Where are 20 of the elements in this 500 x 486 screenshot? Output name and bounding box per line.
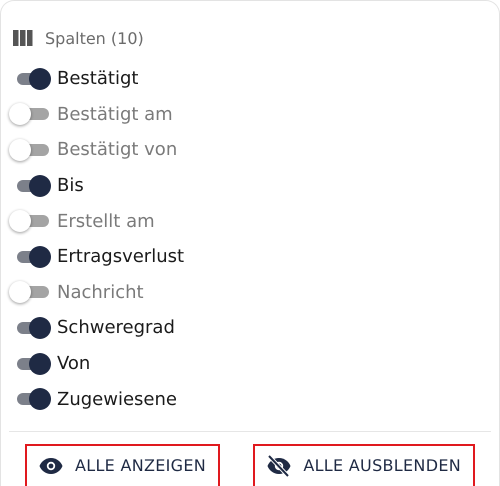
column-label: Bestätigt am bbox=[57, 104, 173, 125]
column-label: Von bbox=[57, 353, 90, 374]
hide-all-button[interactable]: ALLE AUSBLENDEN bbox=[253, 444, 475, 486]
panel-title: Spalten (10) bbox=[45, 28, 144, 48]
column-label: Zugewiesene bbox=[57, 388, 177, 410]
toggle-switch[interactable] bbox=[9, 281, 51, 304]
column-label: Nachricht bbox=[57, 282, 144, 303]
column-label: Bestätigt von bbox=[57, 139, 178, 160]
column-label: Erstellt am bbox=[57, 210, 155, 232]
eye-icon bbox=[39, 456, 63, 475]
toggle-switch[interactable] bbox=[9, 138, 51, 161]
show-all-button[interactable]: ALLE ANZEIGEN bbox=[25, 444, 220, 486]
eye-slash-icon bbox=[267, 454, 292, 477]
column-label: Ertragsverlust bbox=[57, 246, 184, 268]
column-label: Schweregrad bbox=[57, 317, 175, 338]
column-label: Bestätigt bbox=[57, 68, 138, 90]
column-label: Bis bbox=[57, 175, 84, 196]
columns-icon bbox=[13, 30, 33, 46]
toggle-switch[interactable] bbox=[9, 210, 51, 232]
toggle-switch[interactable] bbox=[9, 103, 51, 126]
